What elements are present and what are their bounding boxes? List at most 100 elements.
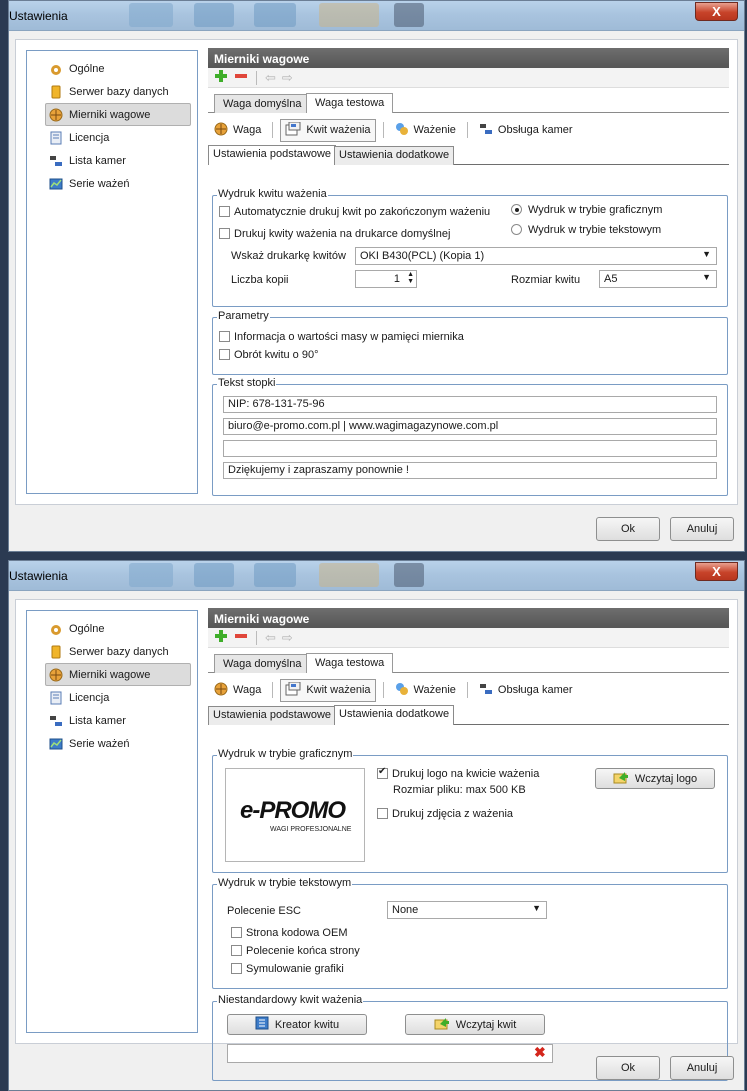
- sidebar-item-general[interactable]: Ogólne: [27, 617, 197, 640]
- ticket-tool-button[interactable]: Kwit ważenia: [280, 118, 376, 142]
- scale-tool-button[interactable]: Waga: [210, 120, 265, 141]
- checkbox-box: [231, 944, 242, 956]
- arrow-left-icon[interactable]: ⇦: [265, 630, 276, 646]
- button-label: Wczytaj kwit: [455, 1018, 517, 1031]
- arrow-right-icon[interactable]: ⇨: [282, 630, 293, 646]
- text-mode-radio[interactable]: Wydruk w trybie tekstowym: [511, 223, 661, 236]
- title-bar[interactable]: Ustawienia X: [9, 561, 744, 591]
- sidebar-item-scale-meters[interactable]: Mierniki wagowe: [45, 663, 191, 686]
- tab-basic-settings[interactable]: Ustawienia podstawowe: [208, 706, 337, 725]
- mass-memory-checkbox[interactable]: Informacja o wartości masy w pamięci mie…: [219, 330, 464, 343]
- close-button[interactable]: X: [695, 2, 738, 21]
- cancel-button[interactable]: Anuluj: [670, 1056, 734, 1080]
- tab-additional-settings[interactable]: Ustawienia dodatkowe: [334, 146, 455, 165]
- ticket-path-field[interactable]: [227, 1044, 553, 1063]
- weighing-tool-button[interactable]: Ważenie: [391, 120, 460, 141]
- oem-codepage-checkbox[interactable]: Strona kodowa OEM: [231, 926, 348, 939]
- load-logo-button[interactable]: Wczytaj logo: [595, 768, 715, 789]
- clear-icon[interactable]: ✖: [534, 1044, 546, 1061]
- graphic-mode-radio[interactable]: Wydruk w trybie graficznym: [511, 203, 662, 216]
- creator-icon: [255, 1016, 269, 1033]
- copies-stepper[interactable]: 1 ▲ ▼: [355, 270, 417, 288]
- spin-arrows-icon[interactable]: ▲ ▼: [407, 271, 414, 285]
- footer-line-2[interactable]: biuro@e-promo.com.pl | www.wagimagazynow…: [223, 418, 717, 435]
- page-end-checkbox[interactable]: Polecenie końca strony: [231, 944, 360, 957]
- size-select[interactable]: A5 ▼: [599, 270, 717, 288]
- ticket-icon: [285, 681, 301, 699]
- default-printer-checkbox[interactable]: Drukuj kwity ważenia na drukarce domyśln…: [219, 227, 450, 240]
- sidebar-item-scale-meters[interactable]: Mierniki wagowe: [45, 103, 191, 126]
- tab-test-scale[interactable]: Waga testowa: [306, 93, 394, 113]
- print-logo-checkbox[interactable]: Drukuj logo na kwicie ważenia: [377, 766, 540, 780]
- panel-toolbar: ⇦ ⇨: [208, 68, 729, 88]
- tab-basic-settings[interactable]: Ustawienia podstawowe: [208, 145, 337, 165]
- printer-label: Wskaż drukarkę kwitów: [231, 250, 346, 262]
- sidebar-item-camera-list[interactable]: Lista kamer: [27, 149, 197, 172]
- group-graphic-print: Wydruk w trybie graficznym e-PROMO WAGI …: [212, 748, 728, 873]
- checkbox-label: Informacja o wartości masy w pamięci mie…: [234, 331, 464, 343]
- camera-list-icon: [479, 122, 493, 139]
- weighing-icon: [395, 682, 409, 699]
- tab-test-scale[interactable]: Waga testowa: [306, 653, 394, 673]
- sidebar-item-license[interactable]: Licencja: [27, 126, 197, 149]
- remove-icon[interactable]: [234, 629, 248, 646]
- sidebar-item-camera-list[interactable]: Lista kamer: [27, 709, 197, 732]
- printer-select[interactable]: OKI B430(PCL) (Kopia 1) ▼: [355, 247, 717, 265]
- logo-text: e-PROMO: [240, 797, 346, 824]
- title-bar[interactable]: Ustawienia X: [9, 1, 744, 31]
- ok-button[interactable]: Ok: [596, 1056, 660, 1080]
- sidebar-item-general[interactable]: Ogólne: [27, 57, 197, 80]
- button-label: Kreator kwitu: [274, 1018, 340, 1031]
- simulate-graphics-checkbox[interactable]: Symulowanie grafiki: [231, 962, 344, 975]
- add-icon[interactable]: [214, 629, 228, 646]
- footer-line-3[interactable]: [223, 440, 717, 457]
- print-photos-checkbox[interactable]: Drukuj zdjęcia z ważenia: [377, 807, 513, 820]
- sidebar-item-label: Lista kamer: [69, 154, 126, 167]
- arrow-right-icon[interactable]: ⇨: [282, 70, 293, 86]
- sidebar-item-label: Licencja: [69, 691, 110, 704]
- esc-select[interactable]: None ▼: [387, 901, 547, 919]
- file-size-note: Rozmiar pliku: max 500 KB: [393, 784, 526, 796]
- auto-print-checkbox[interactable]: Automatycznie drukuj kwit po zakończonym…: [219, 205, 490, 218]
- button-label: Waga: [233, 684, 262, 696]
- cancel-button[interactable]: Anuluj: [670, 517, 734, 541]
- cameras-tool-button[interactable]: Obsługa kamer: [475, 120, 577, 141]
- license-icon: [49, 131, 63, 145]
- sidebar-item-weighing-series[interactable]: Serie ważeń: [27, 172, 197, 195]
- settings-subtabs: Ustawienia podstawowe Ustawienia dodatko…: [208, 705, 729, 725]
- ok-button[interactable]: Ok: [596, 517, 660, 541]
- scale-tool-button[interactable]: Waga: [210, 680, 265, 701]
- sidebar-item-license[interactable]: Licencja: [27, 686, 197, 709]
- sidebar-item-database-server[interactable]: Serwer bazy danych: [27, 640, 197, 663]
- sidebar-item-weighing-series[interactable]: Serie ważeń: [27, 732, 197, 755]
- tab-default-scale[interactable]: Waga domyślna: [214, 654, 311, 673]
- sidebar-item-label: Mierniki wagowe: [69, 668, 151, 681]
- tab-default-scale[interactable]: Waga domyślna: [214, 94, 311, 113]
- remove-icon[interactable]: [234, 69, 248, 86]
- rotate-ticket-checkbox[interactable]: Obrót kwitu o 90°: [219, 348, 319, 361]
- footer-line-1[interactable]: NIP: 678-131-75-96: [223, 396, 717, 413]
- checkbox-label: Polecenie końca strony: [246, 945, 360, 957]
- taskbar-glow: [254, 3, 296, 27]
- section-toolbar: Waga Kwit ważenia Ważenie Obsługa kamer: [208, 117, 729, 143]
- arrow-left-icon[interactable]: ⇦: [265, 70, 276, 86]
- weighing-tool-button[interactable]: Ważenie: [391, 680, 460, 701]
- checkbox-label: Drukuj logo na kwicie ważenia: [392, 768, 540, 780]
- sidebar-item-database-server[interactable]: Serwer bazy danych: [27, 80, 197, 103]
- cameras-tool-button[interactable]: Obsługa kamer: [475, 680, 577, 701]
- tab-additional-settings[interactable]: Ustawienia dodatkowe: [334, 705, 455, 725]
- general-icon: [49, 622, 63, 636]
- size-label: Rozmiar kwitu: [511, 274, 581, 286]
- ticket-tool-button[interactable]: Kwit ważenia: [280, 678, 376, 702]
- footer-line-4[interactable]: Dziękujemy i zapraszamy ponownie !: [223, 462, 717, 479]
- ticket-creator-button[interactable]: Kreator kwitu: [227, 1014, 367, 1035]
- copies-label: Liczba kopii: [231, 274, 289, 286]
- load-ticket-button[interactable]: Wczytaj kwit: [405, 1014, 545, 1035]
- scale-icon: [49, 108, 63, 122]
- checkbox-label: Strona kodowa OEM: [246, 927, 348, 939]
- printer-value: OKI B430(PCL) (Kopia 1): [360, 250, 485, 262]
- camera-list-icon: [479, 682, 493, 699]
- close-button[interactable]: X: [695, 562, 738, 581]
- add-icon[interactable]: [214, 69, 228, 86]
- taskbar-glow: [129, 563, 173, 587]
